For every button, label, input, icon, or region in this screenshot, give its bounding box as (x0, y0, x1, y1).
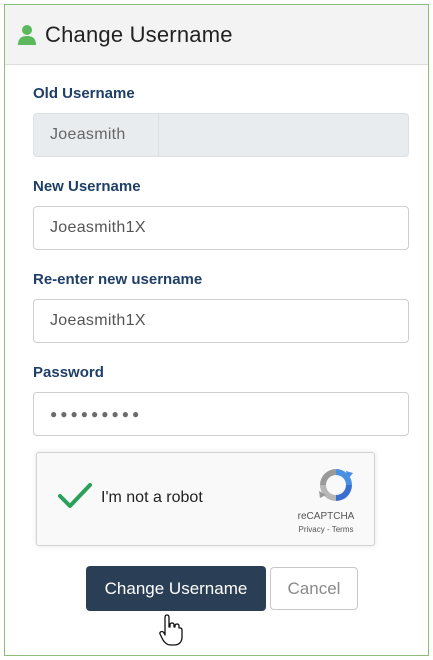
new-username-field[interactable]: Joeasmith1X (33, 206, 409, 250)
user-icon (17, 24, 37, 46)
confirm-username-field[interactable]: Joeasmith1X (33, 299, 409, 343)
password-field[interactable]: ●●●●●●●●● (33, 392, 409, 436)
checkmark-icon[interactable] (57, 481, 93, 511)
hand-pointer-icon (158, 613, 184, 647)
new-username-value: Joeasmith1X (50, 219, 146, 236)
new-username-label: New Username (33, 178, 141, 195)
old-username-value: Joeasmith (50, 126, 126, 143)
password-value: ●●●●●●●●● (50, 407, 143, 421)
cancel-button[interactable]: Cancel (270, 567, 358, 610)
panel-header: Change Username (5, 5, 428, 65)
recaptcha-widget: I'm not a robot reCAPTCHA Privacy - Term… (36, 452, 375, 546)
captcha-label: I'm not a robot (101, 489, 203, 506)
change-username-button[interactable]: Change Username (86, 566, 266, 611)
recaptcha-logo-icon (316, 465, 356, 505)
old-username-field: Joeasmith (33, 113, 409, 157)
confirm-username-value: Joeasmith1X (50, 312, 146, 329)
captcha-links[interactable]: Privacy - Terms (290, 525, 362, 534)
captcha-brand: reCAPTCHA (297, 511, 355, 522)
confirm-username-label: Re-enter new username (33, 271, 203, 288)
page-title: Change Username (45, 21, 233, 47)
field-divider (158, 114, 159, 156)
password-label: Password (33, 364, 104, 381)
old-username-label: Old Username (33, 85, 135, 102)
